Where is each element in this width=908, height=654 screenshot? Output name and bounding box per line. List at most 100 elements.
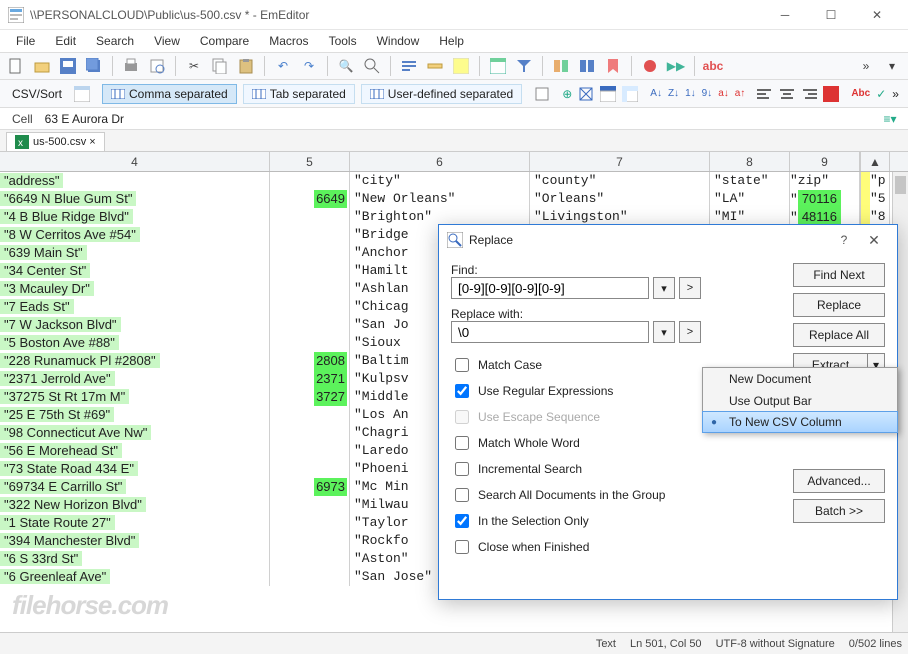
whole-word-checkbox[interactable]: Match Whole Word — [451, 433, 711, 453]
csv-convert-icon[interactable] — [74, 86, 90, 102]
menu-tools[interactable]: Tools — [321, 32, 365, 50]
menu-help[interactable]: Help — [431, 32, 472, 50]
cut-icon[interactable]: ✂ — [184, 56, 204, 76]
batch-button[interactable]: Batch >> — [793, 499, 885, 523]
close-finished-checkbox[interactable]: Close when Finished — [451, 537, 711, 557]
add-col-icon[interactable]: ⊕ — [562, 87, 572, 101]
find-icon[interactable]: 🔍 — [336, 56, 356, 76]
extracted-column[interactable]: 66492808237137276973 — [270, 172, 350, 586]
sort-num-desc-icon[interactable]: 9↓ — [702, 88, 713, 99]
regex-checkbox[interactable]: Use Regular Expressions — [451, 381, 711, 401]
column-header-4[interactable]: 4 — [0, 152, 270, 171]
pivottable-icon[interactable] — [622, 86, 638, 102]
cell-bar: Cell 63 E Aurora Dr ≡▾ — [0, 108, 908, 130]
window-title: \\PERSONALCLOUD\Public\us-500.csv * - Em… — [30, 8, 762, 22]
validate-icon[interactable] — [823, 86, 839, 102]
print-icon[interactable] — [121, 56, 141, 76]
incremental-checkbox[interactable]: Incremental Search — [451, 459, 711, 479]
menu-macros[interactable]: Macros — [261, 32, 316, 50]
replace-all-button[interactable]: Replace All — [793, 323, 885, 347]
column-header-9[interactable]: 9 — [790, 152, 860, 171]
save-all-icon[interactable] — [84, 56, 104, 76]
column-header-7[interactable]: 7 — [530, 152, 710, 171]
find-dropdown-icon[interactable]: ▾ — [653, 277, 675, 299]
wrap-icon[interactable] — [399, 56, 419, 76]
document-tab[interactable]: x us-500.csv × — [6, 132, 105, 151]
menu-compare[interactable]: Compare — [192, 32, 257, 50]
save-icon[interactable] — [58, 56, 78, 76]
address-column[interactable]: "address""6649 N Blue Gum St""4 B Blue R… — [0, 172, 270, 586]
replace-more-button[interactable]: > — [679, 321, 701, 343]
menu-view[interactable]: View — [146, 32, 188, 50]
comma-separated-button[interactable]: Comma separated — [102, 84, 237, 104]
all-docs-checkbox[interactable]: Search All Documents in the Group — [451, 485, 711, 505]
sort-num-asc-icon[interactable]: 1↓ — [685, 88, 696, 99]
find-input[interactable] — [451, 277, 649, 299]
column-header-5[interactable]: 5 — [270, 152, 350, 171]
highlight-icon[interactable] — [451, 56, 471, 76]
open-file-icon[interactable] — [32, 56, 52, 76]
cell-value[interactable]: 63 E Aurora Dr — [39, 112, 878, 126]
match-case-checkbox[interactable]: Match Case — [451, 355, 711, 375]
column-header-scroll[interactable]: ▲ — [860, 152, 890, 171]
column-header-6[interactable]: 6 — [350, 152, 530, 171]
replace-input[interactable] — [451, 321, 649, 343]
align-right-icon[interactable] — [801, 86, 817, 102]
extract-menu-new-document[interactable]: New Document — [703, 368, 897, 390]
paste-icon[interactable] — [236, 56, 256, 76]
cell-dropdown-icon[interactable]: ≡▾ — [878, 112, 902, 126]
csv-icon[interactable] — [488, 56, 508, 76]
replace-icon[interactable] — [362, 56, 382, 76]
window-close-button[interactable]: ✕ — [854, 1, 900, 29]
macro-record-icon[interactable] — [640, 56, 660, 76]
header-icon[interactable] — [600, 86, 616, 102]
toolbar-overflow-icon[interactable]: » — [856, 56, 876, 76]
menu-search[interactable]: Search — [88, 32, 142, 50]
print-preview-icon[interactable] — [147, 56, 167, 76]
find-next-button[interactable]: Find Next — [793, 263, 885, 287]
replace-dropdown-icon[interactable]: ▾ — [653, 321, 675, 343]
abc-icon[interactable]: Abc — [851, 88, 870, 99]
ruler-icon[interactable] — [425, 56, 445, 76]
check-icon[interactable]: ✓ — [876, 87, 886, 101]
menu-edit[interactable]: Edit — [47, 32, 84, 50]
dialog-titlebar[interactable]: Replace ? ✕ — [439, 225, 897, 255]
bookmark-icon[interactable] — [603, 56, 623, 76]
macro-play-icon[interactable]: ▶▶ — [666, 56, 686, 76]
align-center-icon[interactable] — [779, 86, 795, 102]
select-col-icon[interactable] — [578, 86, 594, 102]
sort-len-icon[interactable]: a↓ — [718, 88, 729, 99]
window-maximize-button[interactable]: ☐ — [808, 1, 854, 29]
toolbar-dropdown-icon[interactable]: ▾ — [882, 56, 902, 76]
extract-menu-output-bar[interactable]: Use Output Bar — [703, 390, 897, 412]
spell-icon[interactable]: abc — [703, 56, 723, 76]
extract-menu-new-csv-column[interactable]: To New CSV Column — [702, 411, 898, 433]
tab-separated-button[interactable]: Tab separated — [243, 84, 355, 104]
sort-desc-icon[interactable]: Z↓ — [668, 88, 679, 99]
selection-only-checkbox[interactable]: In the Selection Only — [451, 511, 711, 531]
user-separated-button[interactable]: User-defined separated — [361, 84, 522, 104]
compare-icon[interactable] — [551, 56, 571, 76]
filter-icon[interactable] — [514, 56, 534, 76]
sort-len2-icon[interactable]: a↑ — [735, 88, 746, 99]
window-minimize-button[interactable]: ─ — [762, 1, 808, 29]
advanced-button[interactable]: Advanced... — [793, 469, 885, 493]
undo-icon[interactable]: ↶ — [273, 56, 293, 76]
menu-window[interactable]: Window — [369, 32, 428, 50]
align-left-icon[interactable] — [757, 86, 773, 102]
replace-button[interactable]: Replace — [793, 293, 885, 317]
csv-overflow-icon[interactable]: » — [892, 87, 899, 101]
find-more-button[interactable]: > — [679, 277, 701, 299]
sync-icon[interactable] — [577, 56, 597, 76]
status-position: Ln 501, Col 50 — [630, 638, 702, 650]
menu-file[interactable]: File — [8, 32, 43, 50]
cell-label: Cell — [6, 112, 39, 126]
column-header-8[interactable]: 8 — [710, 152, 790, 171]
new-file-icon[interactable] — [6, 56, 26, 76]
edit-cell-icon[interactable] — [534, 86, 550, 102]
dialog-help-button[interactable]: ? — [829, 233, 859, 247]
sort-asc-icon[interactable]: A↓ — [650, 88, 662, 99]
dialog-close-button[interactable]: ✕ — [859, 232, 889, 249]
redo-icon[interactable]: ↷ — [299, 56, 319, 76]
copy-icon[interactable] — [210, 56, 230, 76]
